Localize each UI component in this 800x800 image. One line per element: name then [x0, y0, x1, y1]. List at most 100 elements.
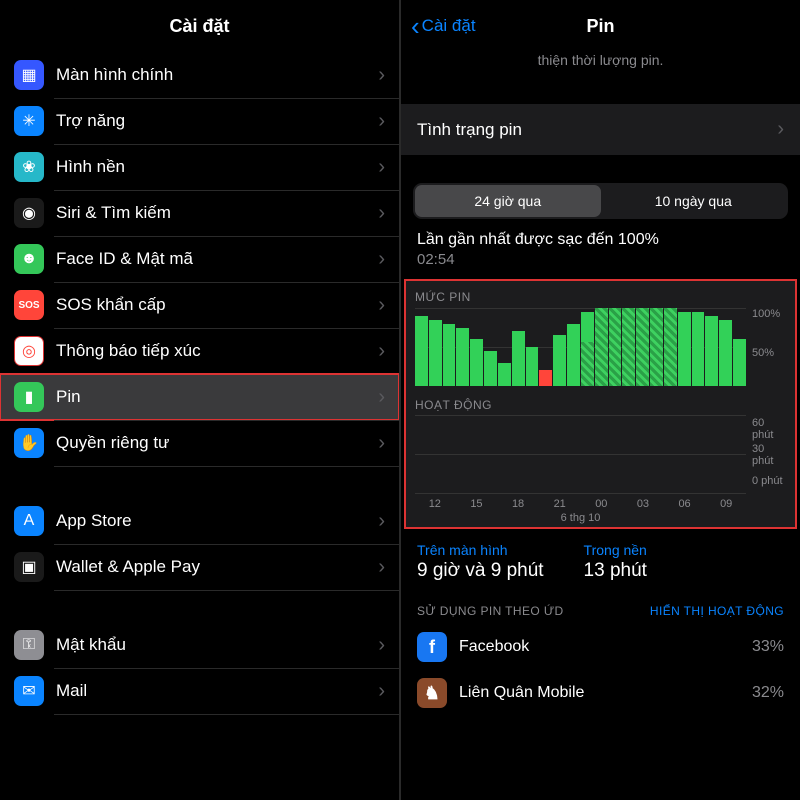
level-bar	[429, 320, 442, 386]
sos-icon: SOS	[14, 290, 44, 320]
app-row[interactable]: f Facebook33%	[401, 624, 800, 670]
app-icon: ♞	[417, 678, 447, 708]
sidebar-item-mail[interactable]: ✉Mail›	[0, 668, 399, 714]
level-bar	[443, 324, 456, 386]
level-bar	[733, 339, 746, 386]
level-bar	[539, 370, 552, 386]
sidebar-item-label: Màn hình chính	[56, 65, 378, 85]
sidebar-item-label: Siri & Tìm kiếm	[56, 203, 378, 223]
x-axis-ticks: 1215182100030609	[415, 498, 786, 510]
on-screen-usage: Trên màn hình 9 giờ và 9 phút	[417, 542, 544, 582]
last-charge-time: 02:54	[417, 251, 784, 268]
level-bar	[678, 312, 691, 386]
appstore-icon: A	[14, 506, 44, 536]
level-bar	[692, 312, 705, 386]
back-button[interactable]: ‹ Cài đặt	[411, 13, 476, 39]
chevron-right-icon: ›	[777, 118, 784, 141]
level-bar	[512, 331, 525, 386]
activity-chart: 60 phút 30 phút 0 phút	[415, 416, 786, 494]
sidebar-item-sos[interactable]: SOSSOS khẩn cấp›	[0, 282, 399, 328]
sidebar-item-label: Pin	[56, 387, 378, 407]
last-charge-title: Lần gần nhất được sạc đến 100%	[417, 231, 784, 249]
sidebar-item-label: Face ID & Mật mã	[56, 249, 378, 269]
app-usage-list: fFacebook33%♞Liên Quân Mobile32%	[401, 624, 800, 716]
exposure-icon: ◎	[14, 336, 44, 366]
siri-icon: ◉	[14, 198, 44, 228]
usage-summary: Trên màn hình 9 giờ và 9 phút Trong nền …	[401, 528, 800, 586]
chevron-right-icon: ›	[378, 202, 385, 225]
chevron-right-icon: ›	[378, 556, 385, 579]
sidebar-item-privacy[interactable]: ✋ Quyền riêng tư›	[0, 420, 399, 466]
level-bar	[484, 351, 497, 386]
level-bar	[609, 308, 622, 386]
app-usage-header: SỬ DỤNG PIN THEO ỨD HIỂN THỊ HOẠT ĐỘNG	[401, 586, 800, 624]
level-bar	[664, 308, 677, 386]
x-axis-date: 6 thg 10	[415, 512, 786, 524]
sidebar-item-siri[interactable]: ◉ Siri & Tìm kiếm›	[0, 190, 399, 236]
chevron-right-icon: ›	[378, 386, 385, 409]
battery-health-label: Tình trạng pin	[417, 120, 522, 140]
segment-24h[interactable]: 24 giờ qua	[415, 185, 601, 217]
settings-list-accounts: ⚿Mật khẩu›✉Mail›	[0, 622, 399, 714]
nav-bar: ‹ Cài đặt Pin	[401, 0, 800, 52]
battery-health-cell[interactable]: Tình trạng pin ›	[401, 104, 800, 155]
sidebar-item-label: Hình nền	[56, 157, 378, 177]
sidebar-item-faceid[interactable]: ☻ Face ID & Mật mã›	[0, 236, 399, 282]
mail-icon: ✉	[14, 676, 44, 706]
activity-y-axis: 60 phút 30 phút 0 phút	[746, 416, 786, 494]
sidebar-item-appstore[interactable]: AApp Store›	[0, 498, 399, 544]
page-title: Cài đặt	[0, 0, 399, 52]
chevron-right-icon: ›	[378, 510, 385, 533]
chevron-right-icon: ›	[378, 156, 385, 179]
sidebar-item-accessibility[interactable]: ✳Trợ năng›	[0, 98, 399, 144]
sidebar-item-label: Quyền riêng tư	[56, 433, 378, 453]
last-charge-block: Lần gần nhất được sạc đến 100% 02:54	[401, 219, 800, 276]
sidebar-item-label: Wallet & Apple Pay	[56, 557, 378, 577]
app-icon: f	[417, 632, 447, 662]
show-activity-button[interactable]: HIỂN THỊ HOẠT ĐỘNG	[650, 604, 784, 618]
level-bar	[622, 308, 635, 386]
level-bar	[456, 328, 469, 387]
app-name: Liên Quân Mobile	[459, 684, 752, 702]
sidebar-item-label: SOS khẩn cấp	[56, 295, 378, 315]
level-bar	[553, 335, 566, 386]
level-bar	[636, 308, 649, 386]
time-range-segmented: 24 giờ qua 10 ngày qua	[413, 183, 788, 219]
battery-level-chart: 100% 50%	[415, 308, 786, 386]
sidebar-item-label: Thông báo tiếp xúc	[56, 341, 378, 361]
activity-chart-title: HOẠT ĐỘNG	[415, 398, 786, 412]
chevron-right-icon: ›	[378, 248, 385, 271]
sidebar-item-battery[interactable]: ▮ Pin›	[0, 374, 399, 420]
sidebar-item-exposure[interactable]: ◎Thông báo tiếp xúc›	[0, 328, 399, 374]
settings-pane: Cài đặt ▦Màn hình chính›✳Trợ năng›❀Hình …	[0, 0, 401, 800]
sidebar-item-wallet[interactable]: ▣Wallet & Apple Pay›	[0, 544, 399, 590]
passwords-icon: ⚿	[14, 630, 44, 660]
app-name: Facebook	[459, 638, 752, 656]
sidebar-item-passwords[interactable]: ⚿ Mật khẩu›	[0, 622, 399, 668]
battery-icon: ▮	[14, 382, 44, 412]
chevron-right-icon: ›	[378, 110, 385, 133]
sidebar-item-label: Mật khẩu	[56, 635, 378, 655]
chevron-right-icon: ›	[378, 680, 385, 703]
app-percent: 33%	[752, 638, 784, 656]
level-bar	[498, 363, 511, 386]
chevron-right-icon: ›	[378, 432, 385, 455]
home-screen-icon: ▦	[14, 60, 44, 90]
level-y-axis: 100% 50%	[746, 308, 786, 386]
privacy-icon: ✋	[14, 428, 44, 458]
app-row[interactable]: ♞Liên Quân Mobile32%	[401, 670, 800, 716]
sidebar-item-label: Trợ năng	[56, 111, 378, 131]
sidebar-item-home-screen[interactable]: ▦Màn hình chính›	[0, 52, 399, 98]
back-label: Cài đặt	[422, 16, 476, 36]
segment-10d[interactable]: 10 ngày qua	[601, 185, 787, 217]
level-bar	[719, 320, 732, 386]
level-bar	[470, 339, 483, 386]
level-bar	[705, 316, 718, 386]
faceid-icon: ☻	[14, 244, 44, 274]
level-bar	[526, 347, 539, 386]
note-text: thiện thời lượng pin.	[401, 52, 800, 76]
sidebar-item-wallpaper[interactable]: ❀ Hình nền›	[0, 144, 399, 190]
chevron-right-icon: ›	[378, 634, 385, 657]
settings-list-main: ▦Màn hình chính›✳Trợ năng›❀Hình nền›◉Sir…	[0, 52, 399, 466]
wallpaper-icon: ❀	[14, 152, 44, 182]
